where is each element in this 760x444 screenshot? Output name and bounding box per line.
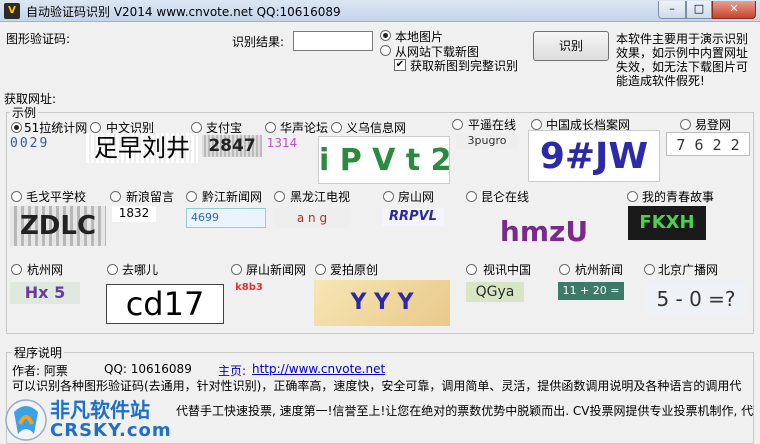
example-radio[interactable] xyxy=(331,122,342,133)
captcha-image: Hx 5 xyxy=(10,282,80,304)
close-button[interactable]: ✕ xyxy=(712,1,756,19)
example-radio[interactable] xyxy=(644,264,655,275)
example-radio[interactable] xyxy=(110,191,121,202)
example-radio[interactable] xyxy=(452,119,463,130)
watermark-domain: CRSKY.com xyxy=(50,420,172,441)
example-radio[interactable] xyxy=(383,191,394,202)
example-radio[interactable] xyxy=(466,191,477,202)
example-radio[interactable] xyxy=(265,122,276,133)
example-radio[interactable] xyxy=(186,191,197,202)
title-bar: V 自动验证码识别 V2014 www.cnvote.net QQ:106160… xyxy=(0,0,760,22)
fetch-full-checkbox[interactable]: ✔ xyxy=(394,59,406,71)
example-label: 我的青春故事 xyxy=(642,190,715,204)
captcha-image: 3pugro xyxy=(456,134,518,149)
result-input[interactable] xyxy=(293,31,373,51)
example-radio[interactable] xyxy=(90,122,101,133)
example-label: 杭州网 xyxy=(27,263,64,277)
result-label: 识别结果: xyxy=(232,35,285,49)
maximize-button[interactable]: □ xyxy=(686,1,712,19)
example-radio[interactable] xyxy=(11,264,22,275)
captcha-image: i P V t 2 xyxy=(318,136,450,184)
example-label: 昆仑在线 xyxy=(481,190,530,204)
example-label: 杭州新闻 xyxy=(575,263,624,277)
description-line-2: 代替手工快速投票, 速度第一!信誉至上!让您在绝对的票数优势中脱颖而出. CV投… xyxy=(176,404,754,418)
radio-local-image[interactable] xyxy=(380,30,391,41)
captcha-image: 2847 xyxy=(202,135,262,157)
captcha-image: hmzU xyxy=(499,215,589,248)
example-radio[interactable] xyxy=(315,264,326,275)
window-title: 自动验证码识别 V2014 www.cnvote.net QQ:10616089 xyxy=(26,5,341,19)
captcha-image: RRPVL xyxy=(382,208,444,226)
home-link[interactable]: http://www.cnvote.net xyxy=(252,362,385,376)
example-label: 51拉统计网 xyxy=(24,121,88,135)
example-label: 黑龙江电视 xyxy=(290,190,351,204)
recognize-button[interactable]: 识别 xyxy=(533,31,609,61)
fetch-full-label: 获取新图到完整识别 xyxy=(410,59,519,73)
example-label: 去哪儿 xyxy=(122,263,159,277)
captcha-image: 5 - 0 =? xyxy=(646,282,746,316)
example-radio[interactable] xyxy=(11,122,22,133)
program-group-title: 程序说明 xyxy=(12,344,65,361)
captcha-image: cd17 xyxy=(106,284,224,324)
example-radio[interactable] xyxy=(531,119,542,130)
captcha-image: 11 + 20 = xyxy=(558,282,624,300)
captcha-image: 1832 xyxy=(112,206,156,222)
example-radio[interactable] xyxy=(231,264,242,275)
captcha-label: 图形验证码: xyxy=(6,32,71,46)
qq-text: QQ: 10616089 xyxy=(104,362,192,376)
captcha-image: 9#JW xyxy=(528,130,660,182)
example-label: 新浪留言 xyxy=(126,190,175,204)
captcha-image: Y Y Y xyxy=(314,280,450,326)
example-label: 北京广播网 xyxy=(658,263,719,277)
example-radio[interactable] xyxy=(11,191,22,202)
crsky-watermark: 非凡软件站 CRSKY.com xyxy=(4,392,176,444)
captcha-image: 足早刘井 xyxy=(86,133,198,163)
example-label: 华声论坛 xyxy=(280,121,329,135)
captcha-image: QGya xyxy=(466,282,524,302)
example-radio[interactable] xyxy=(107,264,118,275)
example-label: 毛戈平学校 xyxy=(26,190,87,204)
crsky-logo-icon xyxy=(5,399,47,441)
example-label: 屏山新闻网 xyxy=(246,263,307,277)
example-label: 房山网 xyxy=(398,190,435,204)
example-label: 爱拍原创 xyxy=(330,263,379,277)
captcha-image: k8b3 xyxy=(235,282,263,293)
example-label: 支付宝 xyxy=(206,121,243,135)
example-label: 易登网 xyxy=(695,118,732,132)
example-radio[interactable] xyxy=(680,119,691,130)
example-radio[interactable] xyxy=(559,264,570,275)
example-radio[interactable] xyxy=(274,191,285,202)
app-icon: V xyxy=(4,3,20,19)
example-label: 视讯中国 xyxy=(483,263,532,277)
example-radio[interactable] xyxy=(466,264,477,275)
example-label: 黔江新闻网 xyxy=(202,190,263,204)
example-label: 平遥在线 xyxy=(468,118,517,132)
captcha-image: 7 6 2 2 xyxy=(666,132,750,156)
captcha-image: 4699 xyxy=(186,208,266,228)
captcha-image: ZDLC xyxy=(10,206,106,246)
example-label: 义乌信息网 xyxy=(346,121,407,135)
watermark-brand: 非凡软件站 xyxy=(50,398,150,422)
minimize-button[interactable]: – xyxy=(658,1,686,19)
radio-web-download[interactable] xyxy=(380,45,391,56)
captcha-image: 0029 xyxy=(10,136,50,151)
captcha-image: a n g xyxy=(274,208,350,228)
example-radio[interactable] xyxy=(627,191,638,202)
captcha-image: 1314 xyxy=(266,136,298,150)
captcha-image: FKXH xyxy=(628,206,706,240)
notice-text: 本软件主要用于演示识别效果，如示例中内置网址失效，如无法下载图片可能造成软件假死… xyxy=(616,32,749,88)
example-radio[interactable] xyxy=(191,122,202,133)
